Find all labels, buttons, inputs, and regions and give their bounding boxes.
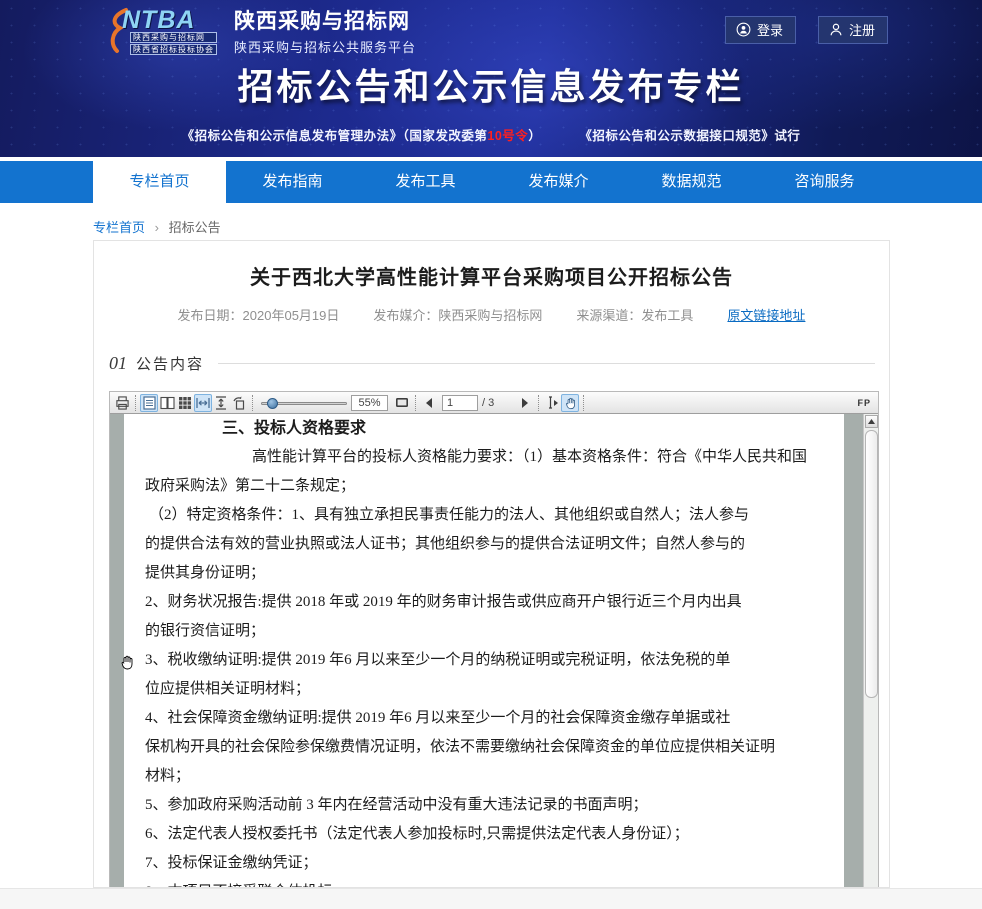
nav-tab-home[interactable]: 专栏首页 (93, 161, 226, 211)
main-nav: 专栏首页 发布指南 发布工具 发布媒介 数据规范 咨询服务 (0, 161, 982, 203)
breadcrumb-home-link[interactable]: 专栏首页 (93, 220, 145, 235)
article-meta: 发布日期：2020年05月19日 发布媒介：陕西采购与招标网 来源渠道：发布工具… (94, 305, 889, 324)
nav-tab-list: 专栏首页 发布指南 发布工具 发布媒介 数据规范 咨询服务 (93, 161, 891, 211)
zoom-level-value: 55% (358, 397, 380, 409)
doc-line: 保机构开具的社会保险参保缴费情况证明，依法不需要缴纳社会保障资金的单位应提供相关… (145, 733, 825, 762)
toolbar-separator (583, 395, 584, 411)
doc-line: 2、财务状况报告:提供 2018 年或 2019 年的财务审计报告或供应商开户银… (145, 588, 825, 617)
doc-line: 高性能计算平台的投标人资格能力要求：（1）基本资格条件：符合《中华人民共和国 (145, 443, 825, 472)
banner-note: 《招标公告和公示信息发布管理办法》（国家发改委第10号令） 《招标公告和公示数据接… (0, 125, 982, 144)
pdf-viewer: 55% 1 / 3 (109, 391, 879, 888)
doc-line: 4、社会保障资金缴纳证明:提供 2019 年6 月以来至少一个月的社会保障资金缴… (145, 704, 825, 733)
article-card: 关于西北大学高性能计算平台采购项目公开招标公告 发布日期：2020年05月19日… (93, 240, 890, 888)
doc-line: 提供其身份证明； (145, 559, 825, 588)
zoom-slider[interactable] (261, 396, 347, 410)
publish-date: 发布日期：2020年05月19日 (178, 305, 340, 324)
doc-line: 8、本项目不接受联合体投标 (145, 878, 825, 888)
source-channel: 来源渠道：发布工具 (576, 305, 693, 324)
fit-height-icon[interactable] (212, 394, 230, 412)
banner-note-red: 10号令 (487, 129, 528, 143)
scroll-up-icon[interactable] (865, 415, 878, 428)
section-header: 01 公告内容 (109, 353, 875, 374)
doc-line: 的银行资信证明； (145, 617, 825, 646)
register-button[interactable]: 注册 (818, 16, 888, 44)
fullscreen-icon[interactable] (393, 394, 411, 412)
toolbar-separator (538, 395, 539, 411)
doc-line: 5、参加政府采购活动前 3 年内在经营活动中没有重大违法记录的书面声明； (145, 791, 825, 820)
logo-brand-text: NTBA (122, 6, 195, 35)
toolbar-separator (415, 395, 416, 411)
site-name: 陕西采购与招标网 (234, 10, 416, 34)
publish-media: 发布媒介：陕西采购与招标网 (373, 305, 542, 324)
page-total: / 3 (482, 397, 494, 409)
banner-title: 招标公告和公示信息发布专栏 (0, 58, 982, 110)
page: NTBA 陕西采购与招标网 陕西省招标投标协会 陕西采购与招标网 陕西采购与招标… (0, 0, 982, 909)
doc-line: 位应提供相关证明材料； (145, 675, 825, 704)
thumbnails-icon[interactable] (176, 394, 194, 412)
nav-tab-consult[interactable]: 咨询服务 (758, 161, 891, 203)
site-logo[interactable]: NTBA 陕西采购与招标网 陕西省招标投标协会 陕西采购与招标网 陕西采购与招标… (106, 8, 416, 56)
print-icon[interactable] (113, 394, 131, 412)
fit-width-icon[interactable] (194, 394, 212, 412)
select-text-icon[interactable] (543, 394, 561, 412)
logo-caption: 陕西采购与招标网 陕西省招标投标协会 (130, 32, 217, 56)
single-page-icon[interactable] (140, 394, 158, 412)
nav-tab-publish-media[interactable]: 发布媒介 (492, 161, 625, 203)
banner-note-part3: 《招标公告和公示数据接口规范》试行 (579, 129, 800, 143)
pdf-page: 三、投标人资格要求 高性能计算平台的投标人资格能力要求：（1）基本资格条件：符合… (124, 414, 844, 888)
site-subtitle: 陕西采购与招标公共服务平台 (234, 37, 416, 56)
section-divider (218, 363, 875, 364)
register-label: 注册 (849, 20, 875, 39)
pdf-body: 三、投标人资格要求 高性能计算平台的投标人资格能力要求：（1）基本资格条件：符合… (110, 414, 878, 888)
doc-line: 6、法定代表人授权委托书（法定代表人参加投标时,只需提供法定代表人身份证）； (145, 820, 825, 849)
hand-tool-icon[interactable] (561, 394, 579, 412)
doc-line: 政府采购法》第二十二条规定； (145, 472, 825, 501)
banner-note-part1: 《招标公告和公示信息发布管理办法》（国家发改委第 (182, 129, 488, 143)
nav-tab-publish-guide[interactable]: 发布指南 (226, 161, 359, 203)
two-page-icon[interactable] (158, 394, 176, 412)
logo-mark: NTBA 陕西采购与招标网 陕西省招标投标协会 (106, 8, 224, 54)
doc-line: 3、税收缴纳证明:提供 2019 年6 月以来至少一个月的纳税证明或完税证明，依… (145, 646, 825, 675)
nav-tab-data-spec[interactable]: 数据规范 (625, 161, 758, 203)
logo-caption-line2: 陕西省招标投标协会 (130, 44, 217, 55)
auth-buttons: 登录 注册 (725, 16, 888, 44)
doc-line: （2）特定资格条件：1、具有独立承担民事责任能力的法人、其他组织或自然人；法人参… (145, 501, 825, 530)
toolbar-separator (135, 395, 136, 411)
register-user-icon (829, 22, 843, 37)
site-header: NTBA 陕西采购与招标网 陕西省招标投标协会 陕西采购与招标网 陕西采购与招标… (0, 0, 982, 157)
viewer-brand: FP (857, 398, 871, 408)
zoom-level-input[interactable]: 55% (351, 395, 388, 411)
page-number-value: 1 (447, 397, 453, 409)
pdf-scrollbar[interactable] (863, 414, 878, 888)
next-page-icon[interactable] (516, 394, 534, 412)
prev-page-icon[interactable] (420, 394, 438, 412)
toolbar-separator (252, 395, 253, 411)
doc-line: 7、投标保证金缴纳凭证； (145, 849, 825, 878)
doc-line: 材料； (145, 762, 825, 791)
breadcrumb: 专栏首页 › 招标公告 (93, 217, 221, 236)
login-user-icon (736, 22, 751, 37)
logo-caption-line1: 陕西采购与招标网 (130, 32, 217, 43)
login-label: 登录 (757, 20, 783, 39)
pdf-toolbar: 55% 1 / 3 (110, 392, 878, 414)
zoom-slider-handle[interactable] (267, 398, 278, 409)
banner-note-part2: ） (528, 129, 541, 143)
rotate-icon[interactable] (230, 394, 248, 412)
footer-strip (0, 888, 982, 909)
breadcrumb-separator: › (155, 220, 159, 235)
page-number-input[interactable]: 1 (442, 395, 478, 411)
breadcrumb-current: 招标公告 (169, 220, 221, 235)
doc-line: 的提供合法有效的营业执照或法人证书；其他组织参与的提供合法证明文件；自然人参与的 (145, 530, 825, 559)
site-name-block: 陕西采购与招标网 陕西采购与招标公共服务平台 (234, 8, 416, 56)
login-button[interactable]: 登录 (725, 16, 796, 44)
section-title: 公告内容 (136, 353, 204, 374)
section-number: 01 (109, 353, 127, 374)
original-link[interactable]: 原文链接地址 (727, 305, 805, 324)
document-text: 三、投标人资格要求 高性能计算平台的投标人资格能力要求：（1）基本资格条件：符合… (145, 414, 825, 888)
doc-heading: 三、投标人资格要求 (145, 414, 825, 443)
article-title: 关于西北大学高性能计算平台采购项目公开招标公告 (94, 261, 889, 290)
scrollbar-thumb[interactable] (865, 430, 878, 698)
nav-tab-publish-tools[interactable]: 发布工具 (359, 161, 492, 203)
